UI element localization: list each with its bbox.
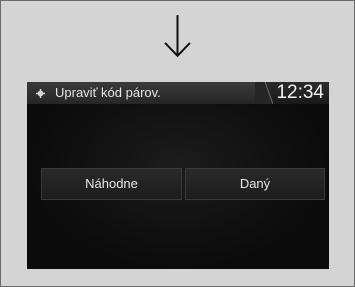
display-screen: Upraviť kód párov. 12:34 Náhodne Daný	[27, 82, 329, 269]
figure-frame: Upraviť kód párov. 12:34 Náhodne Daný	[0, 0, 355, 287]
gear-icon	[36, 89, 45, 98]
down-arrow-icon	[164, 15, 191, 58]
option-buttons: Náhodne Daný	[41, 168, 325, 200]
random-option-button[interactable]: Náhodne	[41, 168, 182, 200]
fixed-option-button[interactable]: Daný	[185, 168, 325, 200]
screen-title: Upraviť kód párov.	[55, 85, 161, 100]
title-tab-edge	[255, 82, 273, 104]
clock: 12:34	[276, 82, 324, 103]
title-bar: Upraviť kód párov. 12:34	[27, 82, 329, 104]
